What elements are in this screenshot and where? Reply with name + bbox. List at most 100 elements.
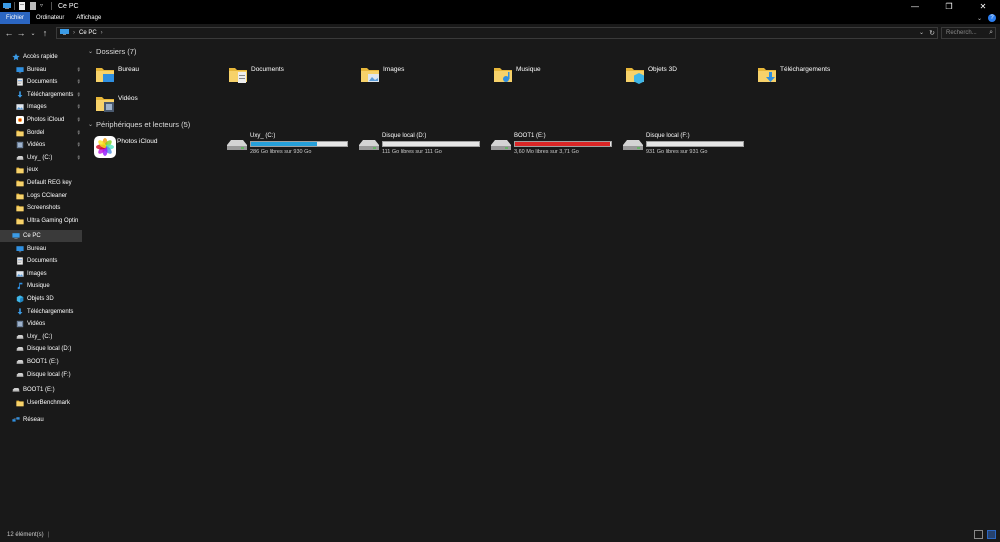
- customize-toolbar-icon[interactable]: ▿: [40, 2, 48, 10]
- back-button[interactable]: ←: [3, 26, 15, 40]
- sidebar-userbenchmark[interactable]: UserBenchmark: [0, 397, 82, 409]
- sidebar-item-label: UserBenchmark: [27, 400, 71, 406]
- minimize-button[interactable]: —: [898, 0, 932, 12]
- sidebar-pc-item[interactable]: Documents: [0, 255, 82, 267]
- folder-tile[interactable]: Objets 3D: [625, 64, 677, 84]
- sidebar-pc-item[interactable]: Vidéos: [0, 318, 82, 330]
- drive-usage-bar: [514, 141, 612, 147]
- sidebar-quick-item[interactable]: Default REG key: [0, 177, 82, 189]
- sidebar-quick-item[interactable]: Uxy_ (C:) ✎: [0, 152, 82, 164]
- pin-icon[interactable]: ✎: [74, 154, 81, 161]
- sidebar-quick-item[interactable]: jeux: [0, 164, 82, 176]
- refresh-icon[interactable]: ↻: [929, 29, 935, 37]
- folder-tile[interactable]: Téléchargements: [757, 64, 830, 84]
- folder-tile[interactable]: Images: [360, 64, 404, 84]
- sidebar-pc-item[interactable]: Objets 3D: [0, 293, 82, 305]
- folder-tile[interactable]: Documents: [228, 64, 284, 84]
- sidebar-pc-item[interactable]: Uxy_ (C:): [0, 331, 82, 343]
- sidebar-pc-item[interactable]: BOOT1 (E:): [0, 356, 82, 368]
- sidebar-pc-item[interactable]: Disque local (D:): [0, 343, 82, 355]
- sidebar-quick-item[interactable]: Bureau ✎: [0, 64, 82, 76]
- folder-icon: [16, 192, 24, 200]
- sidebar-quick-item[interactable]: Téléchargements ✎: [0, 89, 82, 101]
- pin-icon[interactable]: ✎: [74, 142, 81, 149]
- pin-icon[interactable]: ✎: [74, 79, 81, 86]
- folder-tile[interactable]: Musique: [493, 64, 541, 84]
- this-pc-icon: [12, 232, 20, 240]
- sidebar-item-label: Uxy_ (C:): [27, 154, 53, 161]
- drive-tile[interactable]: Disque local (D:) 111 Go libres sur 111 …: [358, 133, 486, 159]
- sidebar-network[interactable]: Réseau: [0, 414, 82, 426]
- breadcrumb-ce-pc[interactable]: Ce PC: [79, 30, 97, 36]
- breadcrumb-chevron[interactable]: ›: [101, 30, 103, 36]
- sidebar-pc-item[interactable]: Images: [0, 268, 82, 280]
- sidebar-quick-item[interactable]: Screenshots: [0, 202, 82, 214]
- objects-3d-folder-icon: [625, 64, 645, 84]
- drive-free-space: 3,60 Mo libres sur 3,71 Go: [514, 149, 579, 155]
- sidebar-item-label: Bordel: [27, 129, 45, 136]
- help-icon[interactable]: ?: [988, 14, 996, 22]
- ribbon-tab[interactable]: Affichage: [70, 12, 107, 24]
- breadcrumb-chevron[interactable]: ›: [73, 30, 75, 36]
- chevron-down-icon[interactable]: ⌄: [88, 48, 93, 55]
- recent-locations-button[interactable]: ⌄: [27, 26, 39, 40]
- pin-icon[interactable]: ✎: [74, 129, 81, 136]
- sidebar-pc-item[interactable]: Disque local (F:): [0, 369, 82, 381]
- sidebar-boot-drive[interactable]: BOOT1 (E:): [0, 384, 82, 396]
- sidebar-quick-item[interactable]: Bordel ✎: [0, 127, 82, 139]
- sidebar-item-label: BOOT1 (E:): [23, 387, 55, 393]
- sidebar-quick-item[interactable]: Ultra Gaming Optin: [0, 215, 82, 227]
- pin-icon[interactable]: ✎: [74, 91, 81, 98]
- sidebar-quick-item[interactable]: Images ✎: [0, 101, 82, 113]
- devices-group-header[interactable]: ⌄ Périphériques et lecteurs (5): [88, 120, 190, 129]
- icloud-photos-tile[interactable]: Photos iCloud: [94, 136, 157, 158]
- sidebar-pc-item[interactable]: Musique: [0, 280, 82, 292]
- sidebar-quick-item[interactable]: Photos iCloud ✎: [0, 114, 82, 126]
- sidebar-item-label: Photos iCloud: [27, 117, 65, 123]
- pin-icon[interactable]: ✎: [74, 66, 81, 73]
- download-icon: [16, 91, 24, 99]
- pin-icon[interactable]: ✎: [74, 116, 81, 123]
- status-bar: 12 élément(s) |: [0, 528, 1000, 542]
- drive-tile[interactable]: BOOT1 (E:) 3,60 Mo libres sur 3,71 Go: [490, 133, 618, 159]
- folder-tile[interactable]: Bureau: [95, 64, 139, 84]
- drive-tile[interactable]: Uxy_ (C:) 286 Go libres sur 930 Go: [226, 133, 354, 159]
- sidebar-quick-item[interactable]: Documents ✎: [0, 76, 82, 88]
- forward-button[interactable]: →: [15, 26, 27, 40]
- up-button[interactable]: ↑: [39, 26, 51, 40]
- properties-icon[interactable]: [18, 2, 26, 10]
- this-pc-icon[interactable]: [3, 2, 11, 10]
- sidebar-quick-item[interactable]: Vidéos ✎: [0, 139, 82, 151]
- sidebar-item-label: Logs CCleaner: [27, 192, 68, 199]
- expand-ribbon-icon[interactable]: ⌄: [977, 15, 982, 22]
- sidebar-item-label: BOOT1 (E:): [27, 359, 59, 365]
- folder-icon: [16, 217, 24, 225]
- sidebar-quick-access[interactable]: Accès rapide: [0, 51, 82, 63]
- folder-tile[interactable]: Vidéos: [95, 93, 138, 113]
- sidebar-item-label: Vidéos: [27, 321, 46, 328]
- network-icon: [12, 416, 20, 424]
- large-icons-view-icon[interactable]: [987, 530, 996, 539]
- icloud-photos-icon: [94, 136, 116, 158]
- documents-folder-icon: [228, 64, 248, 84]
- sidebar-pc-item[interactable]: Bureau: [0, 243, 82, 255]
- drive-tile[interactable]: Disque local (F:) 931 Go libres sur 931 …: [622, 133, 750, 159]
- address-dropdown-icon[interactable]: ⌄: [919, 29, 924, 36]
- pin-icon[interactable]: ✎: [74, 104, 81, 111]
- ribbon-tab[interactable]: Fichier: [0, 12, 31, 24]
- sidebar-this-pc[interactable]: Ce PC: [0, 230, 82, 242]
- folder-label: Musique: [516, 66, 541, 73]
- ribbon-tab[interactable]: Ordinateur: [30, 12, 70, 24]
- sidebar-pc-item[interactable]: Téléchargements: [0, 306, 82, 318]
- chevron-down-icon[interactable]: ⌄: [88, 121, 93, 128]
- sidebar-item-label: Ultra Gaming Optin: [27, 217, 79, 224]
- folder-label: Téléchargements: [780, 66, 831, 73]
- details-view-icon[interactable]: [974, 530, 983, 539]
- new-folder-icon[interactable]: [29, 2, 37, 10]
- close-button[interactable]: ✕: [966, 0, 1000, 12]
- sidebar-quick-item[interactable]: Logs CCleaner: [0, 190, 82, 202]
- address-bar[interactable]: › Ce PC › ⌄ ↻: [56, 27, 938, 39]
- search-input[interactable]: Recherch... ⌕: [941, 27, 996, 39]
- maximize-button[interactable]: ❐: [932, 0, 966, 12]
- folders-group-header[interactable]: ⌄ Dossiers (7): [88, 47, 136, 56]
